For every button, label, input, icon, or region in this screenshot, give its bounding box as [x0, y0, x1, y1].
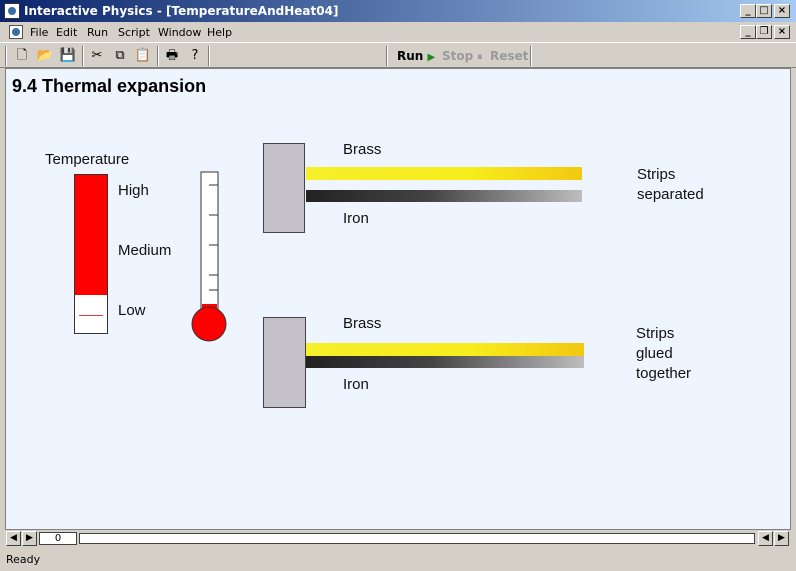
reset-button[interactable]: Reset	[490, 49, 528, 63]
brass-label-bottom: Brass	[343, 315, 382, 332]
menu-run[interactable]: Run	[87, 26, 108, 39]
open-folder-icon[interactable]: 📂	[35, 46, 55, 65]
step-back-end-button[interactable]: ◀	[758, 531, 773, 546]
menu-help[interactable]: Help	[207, 26, 232, 39]
doc-minimize-button[interactable]: _	[740, 25, 756, 39]
copy-icon[interactable]: ⧉	[110, 46, 130, 65]
toolbar-separator	[157, 46, 159, 66]
temperature-label: Temperature	[45, 151, 130, 168]
clamp-block-bottom[interactable]	[263, 317, 306, 408]
toolbar-separator	[208, 46, 210, 66]
iron-label-top: Iron	[343, 210, 369, 227]
frame-slider-bar: ◀ ▶ 0 ◀ ▶	[5, 530, 791, 547]
status-text: Ready	[6, 553, 41, 566]
brass-strip-top[interactable]	[306, 167, 582, 180]
minimize-button[interactable]: _	[740, 4, 756, 18]
cut-icon[interactable]: ✂	[87, 46, 107, 65]
pause-icon: ⏸	[477, 52, 483, 63]
note-bottom-line3: together	[636, 365, 692, 382]
stop-label: Stop	[442, 49, 474, 63]
temperature-level-fill	[75, 175, 107, 295]
doc-restore-button[interactable]: ❐	[756, 25, 772, 39]
run-button[interactable]: Run ▶	[397, 49, 435, 63]
print-icon[interactable]: 🖶	[162, 46, 182, 65]
document-icon[interactable]	[9, 25, 23, 39]
stop-button[interactable]: Stop ⏸	[442, 49, 482, 63]
toolbar-grip	[5, 46, 7, 66]
window-title: Interactive Physics - [TemperatureAndHea…	[24, 4, 339, 18]
toolbar-separator	[82, 46, 84, 66]
menu-file[interactable]: File	[30, 26, 48, 39]
note-bottom-line2: glued	[636, 345, 673, 362]
temperature-medium-label: Medium	[118, 242, 172, 259]
page-title: 9.4 Thermal expansion	[12, 76, 207, 96]
play-icon: ▶	[427, 52, 436, 63]
toolbar-separator	[530, 46, 532, 66]
frame-counter[interactable]: 0	[39, 532, 77, 545]
brass-strip-bottom[interactable]	[306, 343, 584, 356]
menu-edit[interactable]: Edit	[56, 26, 77, 39]
paste-icon[interactable]: 📋	[133, 46, 153, 65]
status-bar: Ready	[0, 549, 796, 571]
title-bar: Interactive Physics - [TemperatureAndHea…	[0, 0, 796, 22]
frame-track[interactable]	[79, 533, 755, 544]
temperature-low-label: Low	[118, 302, 146, 319]
temperature-slider[interactable]	[74, 174, 108, 334]
menu-window[interactable]: Window	[158, 26, 201, 39]
toolbar: 🗋 📂 💾 ✂ ⧉ 📋 🖶 ? Run ▶ Stop ⏸ Reset	[0, 42, 796, 68]
simulation-canvas[interactable]: 9.4 Thermal expansion Temperature High M…	[5, 68, 791, 530]
maximize-button[interactable]: □	[756, 4, 772, 18]
temperature-high-label: High	[118, 182, 149, 199]
help-icon[interactable]: ?	[185, 46, 205, 65]
iron-strip-bottom[interactable]	[306, 356, 584, 368]
menu-script[interactable]: Script	[118, 26, 150, 39]
brass-label-top: Brass	[343, 141, 382, 158]
clamp-block-top[interactable]	[263, 143, 305, 233]
step-forward-button[interactable]: ▶	[22, 531, 37, 546]
low-mark	[79, 315, 103, 316]
thermometer	[191, 171, 227, 342]
run-label: Run	[397, 49, 424, 63]
close-button[interactable]: ×	[774, 4, 790, 18]
note-top-line2: separated	[637, 186, 704, 203]
iron-label-bottom: Iron	[343, 376, 369, 393]
doc-close-button[interactable]: ×	[774, 25, 790, 39]
scroll-right-button[interactable]: ▶	[774, 531, 789, 546]
new-file-icon[interactable]: 🗋	[12, 46, 32, 65]
note-bottom-line1: Strips	[636, 325, 675, 342]
scroll-left-button[interactable]: ◀	[6, 531, 21, 546]
app-icon	[4, 3, 20, 19]
save-icon[interactable]: 💾	[58, 46, 78, 65]
iron-strip-top[interactable]	[306, 190, 582, 202]
note-top-line1: Strips	[637, 166, 676, 183]
toolbar-separator	[386, 46, 388, 66]
menu-bar: File Edit Run Script Window Help _ ❐ ×	[0, 22, 796, 42]
